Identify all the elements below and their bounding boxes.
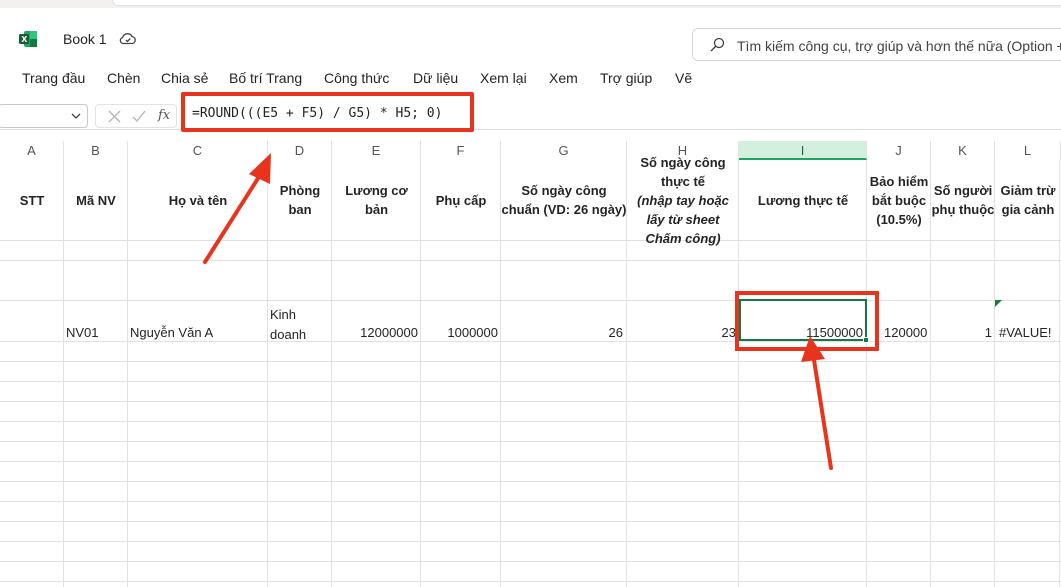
header-dependents[interactable]: Số người phụ thuộc	[931, 160, 995, 240]
formula-buttons: fx	[95, 104, 177, 128]
cancel-icon[interactable]	[108, 110, 121, 123]
insert-function-button[interactable]: fx	[158, 108, 170, 123]
column-header-a[interactable]: A	[0, 141, 64, 160]
header-stt[interactable]: STT	[0, 160, 64, 240]
tab-home[interactable]: Trang đầu	[22, 70, 85, 86]
ribbon-tabs: Trang đầu Chèn Chia sẻ Bố trí Trang Công…	[0, 62, 1061, 96]
tab-page-layout[interactable]: Bố trí Trang	[229, 70, 302, 86]
cell-k5[interactable]: 1	[931, 325, 992, 340]
header-department[interactable]: Phòng ban	[272, 160, 328, 240]
header-actual-days-text: Số ngày công thực tế	[640, 154, 726, 189]
column-header-d[interactable]: D	[268, 141, 332, 160]
header-employee-id[interactable]: Mã NV	[64, 160, 128, 240]
header-standard-days[interactable]: Số ngày công chuẩn (VD: 26 ngày)	[501, 160, 627, 240]
header-insurance[interactable]: Bảo hiểm bắt buộc (10.5%)	[867, 160, 931, 240]
column-header-b[interactable]: B	[64, 141, 128, 160]
error-indicator-icon[interactable]	[995, 300, 1002, 307]
column-header-e[interactable]: E	[332, 141, 421, 160]
cell-g5[interactable]: 26	[501, 325, 623, 340]
cell-h5[interactable]: 23	[627, 325, 736, 340]
cell-l5[interactable]: #VALUE!	[999, 325, 1052, 340]
column-header-f[interactable]: F	[421, 141, 501, 160]
tab-help[interactable]: Trợ giúp	[600, 70, 652, 86]
tab-draw[interactable]: Vẽ	[675, 70, 692, 86]
column-header-j[interactable]: J	[867, 141, 931, 160]
tab-share[interactable]: Chia sẻ	[161, 70, 208, 86]
browser-top-strip	[0, 0, 1061, 8]
header-actual-days-note: (nhập tay hoặc lấy từ sheet Chấm công)	[637, 192, 729, 246]
svg-text:X: X	[21, 35, 28, 44]
cloud-sync-icon[interactable]	[119, 31, 137, 45]
search-box[interactable]: Tìm kiếm công cụ, trợ giúp và hơn thế nữ…	[692, 28, 1061, 61]
header-base-salary[interactable]: Lương cơ bản	[332, 160, 421, 240]
browser-address-pill	[112, 0, 1061, 6]
title-bar: X Book 1 Tìm kiếm công cụ, trợ giúp và h…	[0, 8, 1061, 62]
cell-f5[interactable]: 1000000	[421, 325, 498, 340]
formula-highlight-box	[181, 92, 474, 132]
cell-j5[interactable]: 120000	[884, 325, 927, 340]
tab-insert[interactable]: Chèn	[107, 70, 140, 86]
cell-b5[interactable]: NV01	[66, 325, 99, 340]
header-full-name[interactable]: Họ và tên	[128, 160, 268, 240]
cell-highlight-box	[735, 291, 879, 351]
search-placeholder: Tìm kiếm công cụ, trợ giúp và hơn thế nữ…	[737, 38, 1061, 54]
column-header-g[interactable]: G	[501, 141, 627, 160]
column-header-c[interactable]: C	[128, 141, 268, 160]
header-actual-days[interactable]: Số ngày công thực tế (nhập tay hoặc lấy …	[627, 155, 739, 246]
header-actual-salary[interactable]: Lương thực tế	[739, 160, 867, 240]
formula-bar: fx =ROUND(((E5 + F5) / G5) * H5; 0)	[0, 100, 1061, 130]
tab-data[interactable]: Dữ liệu	[413, 70, 458, 86]
cell-c5[interactable]: Nguyễn Văn A	[130, 325, 213, 340]
workbook-title[interactable]: Book 1	[63, 31, 107, 47]
check-icon[interactable]	[132, 110, 146, 123]
header-family-deduction[interactable]: Giảm trừ gia cảnh	[995, 160, 1061, 240]
column-header-k[interactable]: K	[931, 141, 995, 160]
tab-view[interactable]: Xem	[549, 70, 578, 86]
cell-d5[interactable]: Kinh doanh	[270, 305, 330, 345]
column-header-l[interactable]: L	[995, 141, 1061, 160]
tab-formulas[interactable]: Công thức	[324, 70, 389, 86]
tab-review[interactable]: Xem lại	[480, 70, 527, 86]
column-header-i[interactable]: I	[739, 141, 867, 160]
header-allowance[interactable]: Phụ cấp	[421, 160, 501, 240]
cell-e5[interactable]: 12000000	[332, 325, 418, 340]
chevron-down-icon[interactable]	[71, 111, 81, 121]
search-icon	[710, 37, 725, 52]
name-box[interactable]	[0, 104, 88, 128]
excel-icon[interactable]: X	[18, 30, 38, 48]
